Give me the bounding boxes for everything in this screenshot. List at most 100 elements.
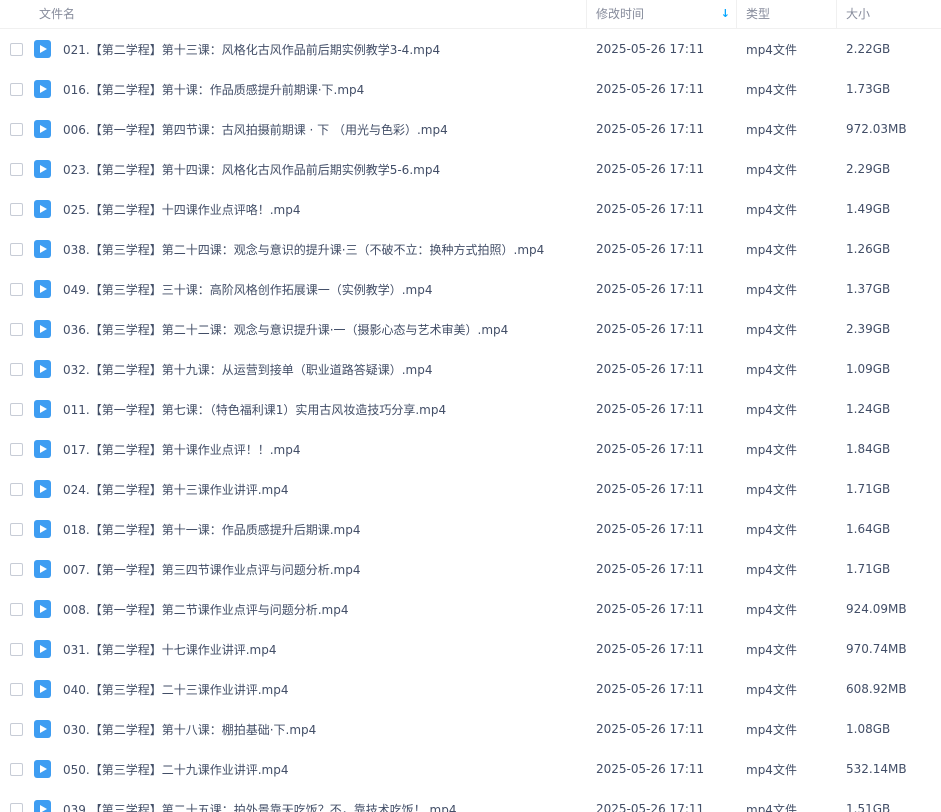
file-name[interactable]: 030.【第二学程】第十八课：棚拍基础·下.mp4 bbox=[0, 721, 586, 738]
row-checkbox[interactable] bbox=[10, 763, 23, 776]
table-row[interactable]: 031.【第二学程】十七课作业讲评.mp4 2025-05-26 17:11 mp4… bbox=[0, 629, 941, 669]
file-name[interactable]: 040.【第三学程】二十三课作业讲评.mp4 bbox=[0, 681, 586, 698]
file-size: 1.71GB bbox=[846, 562, 891, 576]
column-header-size-label: 大小 bbox=[846, 7, 871, 21]
table-row[interactable]: 006.【第一学程】第四节课：古风拍摄前期课 · 下 （用光与色彩）.mp4 20… bbox=[0, 109, 941, 149]
file-type: mp4文件 bbox=[746, 602, 797, 617]
modified-time: 2025-05-26 17:11 bbox=[596, 362, 705, 376]
video-file-icon bbox=[34, 520, 51, 538]
row-checkbox[interactable] bbox=[10, 203, 23, 216]
file-name[interactable]: 008.【第一学程】第二节课作业点评与问题分析.mp4 bbox=[0, 601, 586, 618]
modified-time: 2025-05-26 17:11 bbox=[596, 562, 705, 576]
file-type: mp4文件 bbox=[746, 42, 797, 57]
modified-time: 2025-05-26 17:11 bbox=[596, 82, 705, 96]
file-name[interactable]: 023.【第二学程】第十四课：风格化古风作品前后期实例教学5-6.mp4 bbox=[0, 161, 586, 178]
video-file-icon bbox=[34, 360, 51, 378]
file-type: mp4文件 bbox=[746, 482, 797, 497]
video-file-icon bbox=[34, 400, 51, 418]
row-checkbox[interactable] bbox=[10, 643, 23, 656]
file-name[interactable]: 049.【第三学程】三十课：高阶风格创作拓展课一（实例教学）.mp4 bbox=[0, 281, 586, 298]
file-name[interactable]: 025.【第二学程】十四课作业点评咯！.mp4 bbox=[0, 201, 586, 218]
video-file-icon bbox=[34, 600, 51, 618]
file-list-table: 文件名 修改时间 ↓ 类型 大小 021.【第二学程】第十三课：风格化古风作品前… bbox=[0, 0, 941, 812]
table-row[interactable]: 021.【第二学程】第十三课：风格化古风作品前后期实例教学3-4.mp4 2025… bbox=[0, 29, 941, 69]
file-name[interactable]: 024.【第二学程】第十三课作业讲评.mp4 bbox=[0, 481, 586, 498]
file-size: 532.14MB bbox=[846, 762, 907, 776]
row-checkbox[interactable] bbox=[10, 123, 23, 136]
file-name[interactable]: 018.【第二学程】第十一课：作品质感提升后期课.mp4 bbox=[0, 521, 586, 538]
row-checkbox[interactable] bbox=[10, 403, 23, 416]
file-name[interactable]: 011.【第一学程】第七课：（特色福利课1）实用古风妆造技巧分享.mp4 bbox=[0, 401, 586, 418]
arrow-down-icon[interactable]: ↓ bbox=[721, 0, 730, 28]
table-row[interactable]: 050.【第三学程】二十九课作业讲评.mp4 2025-05-26 17:11 mp… bbox=[0, 749, 941, 789]
modified-time: 2025-05-26 17:11 bbox=[596, 162, 705, 176]
file-name[interactable]: 031.【第二学程】十七课作业讲评.mp4 bbox=[0, 641, 586, 658]
file-name[interactable]: 038.【第三学程】第二十四课：观念与意识的提升课·三（不破不立：换种方式拍照）… bbox=[0, 241, 586, 258]
column-header-name[interactable]: 文件名 bbox=[0, 0, 586, 28]
table-row[interactable]: 049.【第三学程】三十课：高阶风格创作拓展课一（实例教学）.mp4 2025-0… bbox=[0, 269, 941, 309]
table-row[interactable]: 017.【第二学程】第十课作业点评！！.mp4 2025-05-26 17:11 m… bbox=[0, 429, 941, 469]
row-checkbox[interactable] bbox=[10, 603, 23, 616]
file-type: mp4文件 bbox=[746, 722, 797, 737]
video-file-icon bbox=[34, 40, 51, 58]
file-size: 1.71GB bbox=[846, 482, 891, 496]
file-size: 1.37GB bbox=[846, 282, 891, 296]
modified-time: 2025-05-26 17:11 bbox=[596, 802, 705, 812]
file-name[interactable]: 017.【第二学程】第十课作业点评！！.mp4 bbox=[0, 441, 586, 458]
row-checkbox[interactable] bbox=[10, 323, 23, 336]
video-file-icon bbox=[34, 320, 51, 338]
table-row[interactable]: 040.【第三学程】二十三课作业讲评.mp4 2025-05-26 17:11 mp… bbox=[0, 669, 941, 709]
table-row[interactable]: 007.【第一学程】第三四节课作业点评与问题分析.mp4 2025-05-26 1… bbox=[0, 549, 941, 589]
row-checkbox[interactable] bbox=[10, 803, 23, 812]
file-name[interactable]: 036.【第三学程】第二十二课：观念与意识提升课·一（摄影心态与艺术审美）.mp… bbox=[0, 321, 586, 338]
file-size: 1.08GB bbox=[846, 722, 891, 736]
row-checkbox[interactable] bbox=[10, 723, 23, 736]
row-checkbox[interactable] bbox=[10, 243, 23, 256]
row-checkbox[interactable] bbox=[10, 483, 23, 496]
table-row[interactable]: 039.【第三学程】第二十五课：拍外景靠天吃饭？不，靠技术吃饭！.mp4 2025… bbox=[0, 789, 941, 812]
file-name[interactable]: 032.【第二学程】第十九课：从运营到接单（职业道路答疑课）.mp4 bbox=[0, 361, 586, 378]
row-checkbox[interactable] bbox=[10, 563, 23, 576]
modified-time: 2025-05-26 17:11 bbox=[596, 42, 705, 56]
file-name[interactable]: 039.【第三学程】第二十五课：拍外景靠天吃饭？不，靠技术吃饭！.mp4 bbox=[0, 801, 586, 812]
table-row[interactable]: 032.【第二学程】第十九课：从运营到接单（职业道路答疑课）.mp4 2025-0… bbox=[0, 349, 941, 389]
row-checkbox[interactable] bbox=[10, 43, 23, 56]
row-checkbox[interactable] bbox=[10, 83, 23, 96]
table-row[interactable]: 030.【第二学程】第十八课：棚拍基础·下.mp4 2025-05-26 17:1… bbox=[0, 709, 941, 749]
table-row[interactable]: 038.【第三学程】第二十四课：观念与意识的提升课·三（不破不立：换种方式拍照）… bbox=[0, 229, 941, 269]
file-name[interactable]: 007.【第一学程】第三四节课作业点评与问题分析.mp4 bbox=[0, 561, 586, 578]
video-file-icon bbox=[34, 120, 51, 138]
row-checkbox[interactable] bbox=[10, 163, 23, 176]
modified-time: 2025-05-26 17:11 bbox=[596, 202, 705, 216]
row-checkbox[interactable] bbox=[10, 283, 23, 296]
file-name[interactable]: 006.【第一学程】第四节课：古风拍摄前期课 · 下 （用光与色彩）.mp4 bbox=[0, 121, 586, 138]
column-header-type[interactable]: 类型 bbox=[736, 0, 836, 28]
table-row[interactable]: 025.【第二学程】十四课作业点评咯！.mp4 2025-05-26 17:11 m… bbox=[0, 189, 941, 229]
table-row[interactable]: 016.【第二学程】第十课：作品质感提升前期课·下.mp4 2025-05-26 … bbox=[0, 69, 941, 109]
row-checkbox[interactable] bbox=[10, 443, 23, 456]
modified-time: 2025-05-26 17:11 bbox=[596, 682, 705, 696]
table-row[interactable]: 011.【第一学程】第七课：（特色福利课1）实用古风妆造技巧分享.mp4 2025… bbox=[0, 389, 941, 429]
row-checkbox[interactable] bbox=[10, 363, 23, 376]
file-type: mp4文件 bbox=[746, 242, 797, 257]
column-header-name-label: 文件名 bbox=[39, 7, 76, 21]
table-row[interactable]: 008.【第一学程】第二节课作业点评与问题分析.mp4 2025-05-26 17… bbox=[0, 589, 941, 629]
table-row[interactable]: 023.【第二学程】第十四课：风格化古风作品前后期实例教学5-6.mp4 2025… bbox=[0, 149, 941, 189]
video-file-icon bbox=[34, 640, 51, 658]
table-row[interactable]: 024.【第二学程】第十三课作业讲评.mp4 2025-05-26 17:11 mp… bbox=[0, 469, 941, 509]
modified-time: 2025-05-26 17:11 bbox=[596, 442, 705, 456]
row-checkbox[interactable] bbox=[10, 683, 23, 696]
file-name[interactable]: 016.【第二学程】第十课：作品质感提升前期课·下.mp4 bbox=[0, 81, 586, 98]
file-rows: 021.【第二学程】第十三课：风格化古风作品前后期实例教学3-4.mp4 2025… bbox=[0, 29, 941, 812]
column-header-modified[interactable]: 修改时间 ↓ bbox=[586, 0, 736, 28]
column-header-size[interactable]: 大小 bbox=[836, 0, 941, 28]
modified-time: 2025-05-26 17:11 bbox=[596, 602, 705, 616]
table-row[interactable]: 036.【第三学程】第二十二课：观念与意识提升课·一（摄影心态与艺术审美）.mp… bbox=[0, 309, 941, 349]
table-row[interactable]: 018.【第二学程】第十一课：作品质感提升后期课.mp4 2025-05-26 1… bbox=[0, 509, 941, 549]
file-name[interactable]: 021.【第二学程】第十三课：风格化古风作品前后期实例教学3-4.mp4 bbox=[0, 41, 586, 58]
video-file-icon bbox=[34, 720, 51, 738]
file-name[interactable]: 050.【第三学程】二十九课作业讲评.mp4 bbox=[0, 761, 586, 778]
modified-time: 2025-05-26 17:11 bbox=[596, 642, 705, 656]
file-type: mp4文件 bbox=[746, 762, 797, 777]
row-checkbox[interactable] bbox=[10, 523, 23, 536]
